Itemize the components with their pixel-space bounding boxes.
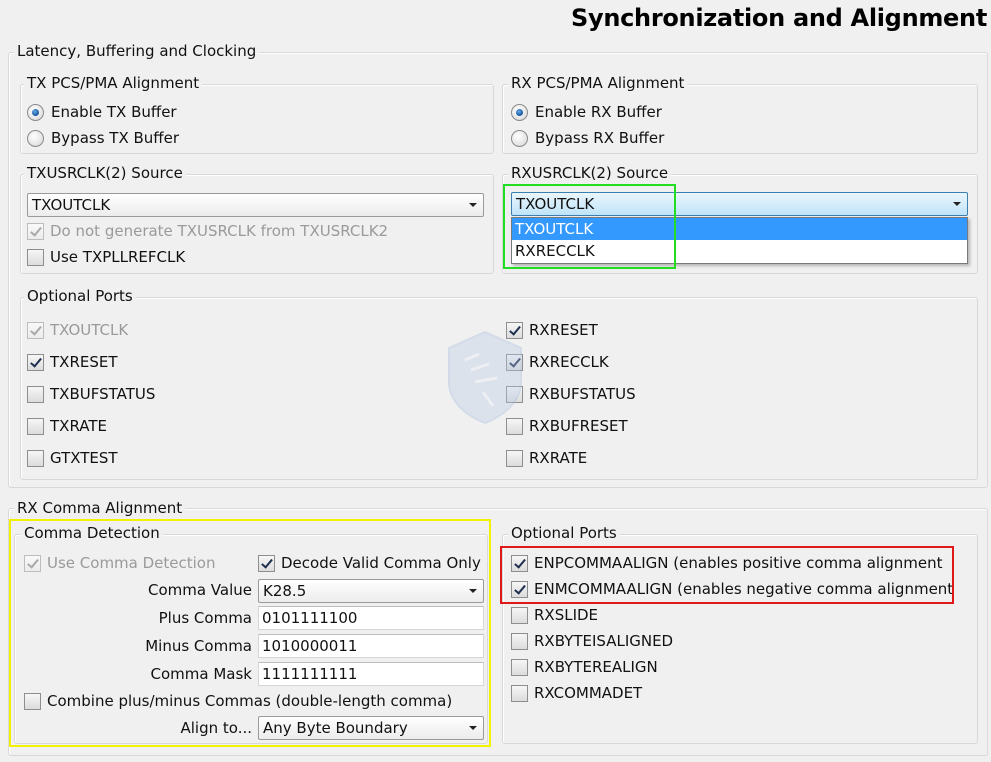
port-label: RXBUFSTATUS	[529, 385, 636, 403]
port-checkbox-rxslide[interactable]: RXSLIDE	[511, 606, 598, 624]
port-label: TXRATE	[50, 417, 107, 435]
port-label: RXSLIDE	[534, 606, 599, 624]
comma-group-label: RX Comma Alignment	[14, 499, 186, 517]
comma-optional-ports-label: Optional Ports	[508, 524, 620, 542]
port-label: RXCOMMADET	[534, 684, 643, 702]
yellow-highlight-box	[9, 519, 491, 747]
port-label: GTXTEST	[50, 449, 118, 467]
port-checkbox-txreset[interactable]: TXRESET	[27, 353, 118, 371]
no-generate-checkbox[interactable]: Do not generate TXUSRCLK from TXUSRCLK2	[27, 222, 388, 240]
green-highlight-box	[503, 184, 676, 269]
chevron-down-icon	[953, 202, 961, 206]
bypass-rx-buffer-radio[interactable]: Bypass RX Buffer	[511, 129, 664, 147]
bypass-tx-buffer-radio[interactable]: Bypass TX Buffer	[27, 129, 179, 147]
enable-rx-buffer-label: Enable RX Buffer	[535, 103, 662, 121]
checkbox-icon	[511, 684, 528, 702]
checkbox-icon	[511, 658, 528, 676]
port-label: RXRECCLK	[529, 353, 609, 371]
bypass-tx-buffer-label: Bypass TX Buffer	[51, 129, 180, 147]
port-checkbox-rxrate[interactable]: RXRATE	[506, 449, 587, 467]
port-checkbox-rxbyterealign[interactable]: RXBYTEREALIGN	[511, 658, 658, 676]
port-label: RXBYTEISALIGNED	[534, 632, 674, 650]
radio-icon	[511, 129, 528, 147]
radio-icon	[27, 129, 44, 147]
latency-optional-ports-label: Optional Ports	[24, 287, 136, 305]
port-label: TXRESET	[50, 353, 118, 371]
checkbox-icon	[27, 449, 44, 467]
port-checkbox-rxcommadet[interactable]: RXCOMMADET	[511, 684, 642, 702]
enable-tx-buffer-label: Enable TX Buffer	[51, 103, 177, 121]
checkbox-icon	[27, 353, 44, 371]
checkbox-icon	[511, 606, 528, 624]
port-label: RXBUFRESET	[529, 417, 628, 435]
page-title: Synchronization and Alignment	[570, 4, 987, 32]
no-generate-label: Do not generate TXUSRCLK from TXUSRCLK2	[50, 222, 389, 240]
checkbox-icon	[27, 248, 44, 266]
rxusrclk-label: RXUSRCLK(2) Source	[508, 164, 672, 182]
port-checkbox-rxbufstatus[interactable]: RXBUFSTATUS	[506, 385, 636, 403]
radio-selected-icon	[27, 103, 44, 121]
port-checkbox-rxbyteisaligned[interactable]: RXBYTEISALIGNED	[511, 632, 673, 650]
port-checkbox-gtxtest[interactable]: GTXTEST	[27, 449, 118, 467]
latency-group-label: Latency, Buffering and Clocking	[14, 42, 260, 60]
port-checkbox-txrate[interactable]: TXRATE	[27, 417, 107, 435]
enable-rx-buffer-radio[interactable]: Enable RX Buffer	[511, 103, 662, 121]
port-checkbox-txbufstatus[interactable]: TXBUFSTATUS	[27, 385, 155, 403]
port-label: TXOUTCLK	[50, 321, 129, 339]
checkbox-icon	[27, 222, 44, 240]
txusrclk-label: TXUSRCLK(2) Source	[24, 164, 186, 182]
port-label: RXRATE	[529, 449, 588, 467]
rx-align-label: RX PCS/PMA Alignment	[508, 74, 688, 92]
checkbox-icon	[511, 632, 528, 650]
use-txpllrefclk-label: Use TXPLLREFCLK	[50, 248, 186, 266]
checkbox-icon	[27, 385, 44, 403]
txusrclk-value: TXOUTCLK	[32, 196, 111, 214]
use-txpllrefclk-checkbox[interactable]: Use TXPLLREFCLK	[27, 248, 185, 266]
enable-tx-buffer-radio[interactable]: Enable TX Buffer	[27, 103, 177, 121]
chevron-down-icon	[469, 203, 477, 207]
checkbox-icon	[27, 321, 44, 339]
checkbox-icon	[27, 417, 44, 435]
red-highlight-box	[500, 546, 954, 604]
checkbox-icon	[506, 449, 523, 467]
tx-align-label: TX PCS/PMA Alignment	[24, 74, 203, 92]
watermark-icon	[448, 330, 522, 425]
port-label: TXBUFSTATUS	[50, 385, 156, 403]
bypass-rx-buffer-label: Bypass RX Buffer	[535, 129, 665, 147]
port-label: RXBYTEREALIGN	[534, 658, 658, 676]
radio-selected-icon	[511, 103, 528, 121]
txusrclk-select[interactable]: TXOUTCLK	[27, 193, 484, 217]
port-checkbox-txoutclk[interactable]: TXOUTCLK	[27, 321, 128, 339]
port-label: RXRESET	[529, 321, 598, 339]
